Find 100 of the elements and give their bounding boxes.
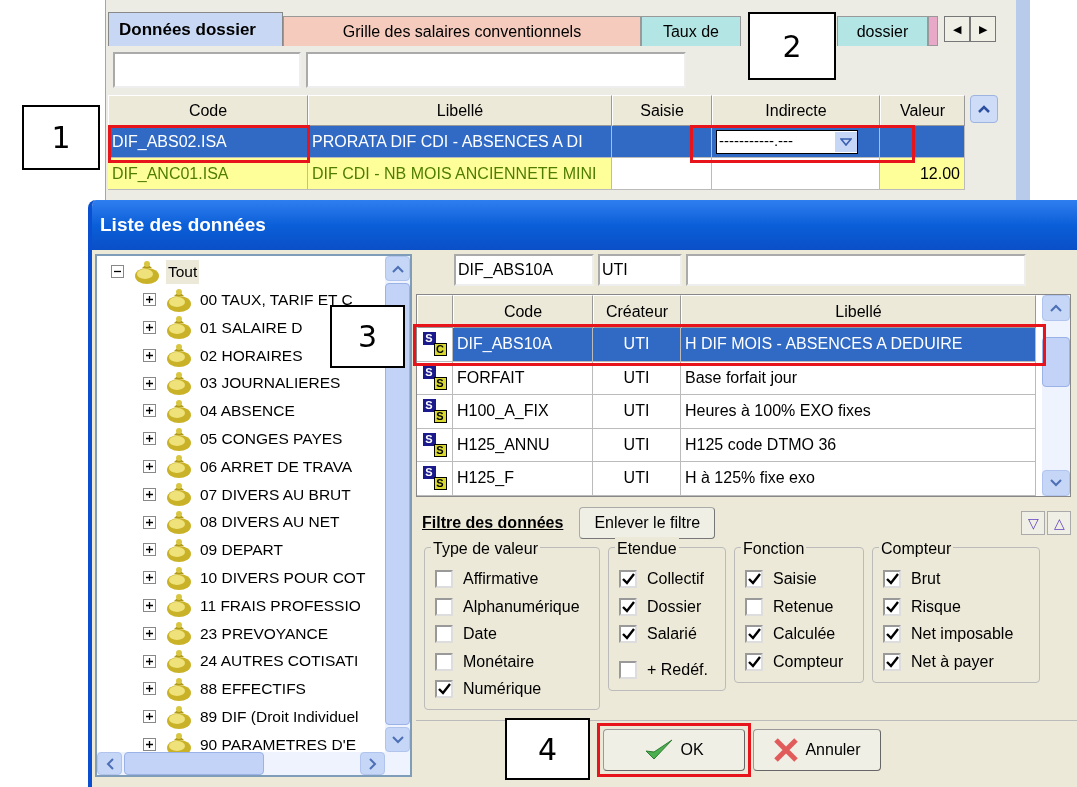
checkbox-label[interactable]: Saisie	[773, 567, 817, 592]
column-header[interactable]: Code	[453, 295, 593, 328]
checkbox[interactable]	[619, 625, 637, 644]
tree-item[interactable]: 07 DIVERS AU BRUT	[198, 482, 353, 506]
tab[interactable]: Données dossier	[108, 12, 283, 46]
checkbox-label[interactable]: Net à payer	[911, 649, 994, 674]
expand-icon[interactable]	[143, 598, 156, 612]
tree-item[interactable]: 06 ARRET DE TRAVA	[198, 454, 355, 479]
tree-item[interactable]: 10 DIVERS POUR COT	[198, 566, 368, 590]
expand-icon[interactable]	[143, 543, 156, 557]
tab[interactable]: dossier	[837, 16, 928, 46]
tree-item[interactable]: 88 EFFECTIFS	[198, 677, 308, 701]
column-header[interactable]: Indirecte	[712, 95, 880, 126]
expand-icon[interactable]	[143, 515, 156, 529]
expand-icon[interactable]	[143, 293, 156, 307]
checkbox[interactable]	[883, 597, 901, 616]
expand-icon[interactable]	[143, 487, 156, 501]
expand-icon[interactable]	[143, 404, 156, 418]
checkbox[interactable]	[435, 597, 453, 616]
code-field[interactable]: DIF_ABS10A	[454, 254, 594, 286]
checkbox[interactable]	[435, 680, 453, 699]
checkbox[interactable]	[745, 570, 763, 589]
checkbox[interactable]	[619, 660, 637, 679]
tree-item[interactable]: Tout	[166, 260, 200, 284]
label-field[interactable]	[686, 254, 1026, 286]
checkbox-label[interactable]: Numérique	[463, 677, 542, 702]
tree-item[interactable]: 90 PARAMETRES D'E	[198, 732, 358, 752]
table-row[interactable]: DIF_ABS02.ISA PRORATA DIF CDI - ABSENCES A DI -----------.---	[108, 126, 965, 158]
expand-icon[interactable]	[143, 432, 156, 446]
checkbox-label[interactable]: Risque	[911, 594, 961, 619]
scrollbar[interactable]	[1042, 295, 1070, 496]
scrollbar[interactable]	[385, 256, 410, 752]
checkbox[interactable]	[745, 625, 763, 644]
expand-icon[interactable]	[143, 654, 156, 668]
column-header[interactable]: Valeur	[880, 95, 965, 126]
table-row[interactable]: DIF_ANC01.ISA DIF CDI - NB MOIS ANCIENNETE MINI 12.00	[108, 158, 965, 190]
checkbox-label[interactable]: Monétaire	[463, 649, 535, 674]
tree-item[interactable]: 08 DIVERS AU NET	[198, 510, 342, 534]
checkbox-label[interactable]: Collectif	[647, 567, 704, 592]
expand-icon[interactable]	[143, 571, 156, 585]
dropdown-field[interactable]: -----------.---	[716, 129, 858, 154]
expand-icon[interactable]	[143, 682, 156, 696]
column-header[interactable]: Créateur	[593, 295, 681, 328]
checkbox[interactable]	[883, 625, 901, 644]
expand-icon[interactable]	[143, 348, 156, 362]
collapse-icon[interactable]	[111, 265, 124, 279]
expand-icon[interactable]	[143, 459, 156, 473]
tree-item[interactable]: 03 JOURNALIERES	[198, 371, 343, 395]
tree-item[interactable]: 01 SALAIRE D	[198, 315, 305, 340]
collapse-button[interactable]: △	[1047, 510, 1071, 535]
expand-icon[interactable]	[143, 737, 156, 751]
checkbox-label[interactable]: Alphanumérique	[463, 594, 580, 619]
checkbox[interactable]	[883, 570, 901, 589]
expand-icon[interactable]	[143, 376, 156, 390]
expand-icon[interactable]	[143, 321, 156, 334]
checkbox[interactable]	[619, 597, 637, 616]
tree-item[interactable]: 23 PREVOYANCE	[198, 621, 331, 645]
checkbox-label[interactable]: Calculée	[773, 622, 836, 647]
tab[interactable]: Taux de	[641, 16, 741, 46]
checkbox-label[interactable]: Affirmative	[463, 567, 539, 592]
input-field[interactable]	[113, 52, 301, 88]
tree-item[interactable]: 11 FRAIS PROFESSIO	[198, 593, 363, 618]
checkbox-label[interactable]: Compteur	[773, 649, 844, 674]
tree-item[interactable]: 24 AUTRES COTISATI	[198, 649, 361, 673]
checkbox[interactable]	[745, 597, 763, 616]
tab[interactable]: Grille des salaires conventionnels	[283, 16, 641, 46]
ok-button[interactable]: OK	[603, 729, 745, 771]
column-header[interactable]: Saisie	[612, 95, 712, 126]
checkbox-label[interactable]: Retenue	[773, 594, 834, 619]
checkbox[interactable]	[883, 652, 901, 671]
tab-scroll-button[interactable]: ▶	[970, 16, 996, 42]
column-header[interactable]: Libellé	[681, 295, 1036, 328]
checkbox[interactable]	[435, 652, 453, 671]
scroll-up-button[interactable]	[970, 95, 998, 123]
expand-icon[interactable]	[143, 626, 156, 640]
tree-item[interactable]: 04 ABSENCE	[198, 399, 297, 423]
checkbox-label[interactable]: Brut	[911, 567, 941, 592]
creator-field[interactable]: UTI	[598, 254, 682, 286]
tree-item[interactable]: 05 CONGES PAYES	[198, 427, 345, 451]
expand-icon[interactable]	[143, 710, 156, 724]
input-field[interactable]	[306, 52, 686, 88]
checkbox[interactable]	[745, 652, 763, 671]
scrollbar[interactable]	[97, 752, 410, 775]
checkbox-label[interactable]: Date	[463, 622, 497, 647]
tab-scroll-button[interactable]: ◀	[944, 16, 970, 42]
checkbox[interactable]	[619, 570, 637, 589]
clear-filter-button[interactable]: Enlever le filtre	[579, 506, 716, 539]
column-header[interactable]: Code	[108, 95, 308, 126]
checkbox[interactable]	[435, 570, 453, 589]
checkbox-label[interactable]: Salarié	[647, 622, 697, 647]
checkbox[interactable]	[435, 625, 453, 644]
tree-item[interactable]: 89 DIF (Droit Individuel	[198, 705, 361, 729]
checkbox-label[interactable]: Net imposable	[911, 622, 1014, 647]
tree-item[interactable]: 09 DEPART	[198, 538, 285, 562]
column-header[interactable]: Libellé	[308, 95, 612, 126]
checkbox-label[interactable]: + Redéf.	[647, 657, 708, 682]
cancel-button[interactable]: Annuler	[753, 729, 881, 771]
collapse-button[interactable]: ▽	[1021, 510, 1045, 535]
checkbox-label[interactable]: Dossier	[647, 594, 702, 619]
tree-item[interactable]: 02 HORAIRES	[198, 343, 305, 367]
